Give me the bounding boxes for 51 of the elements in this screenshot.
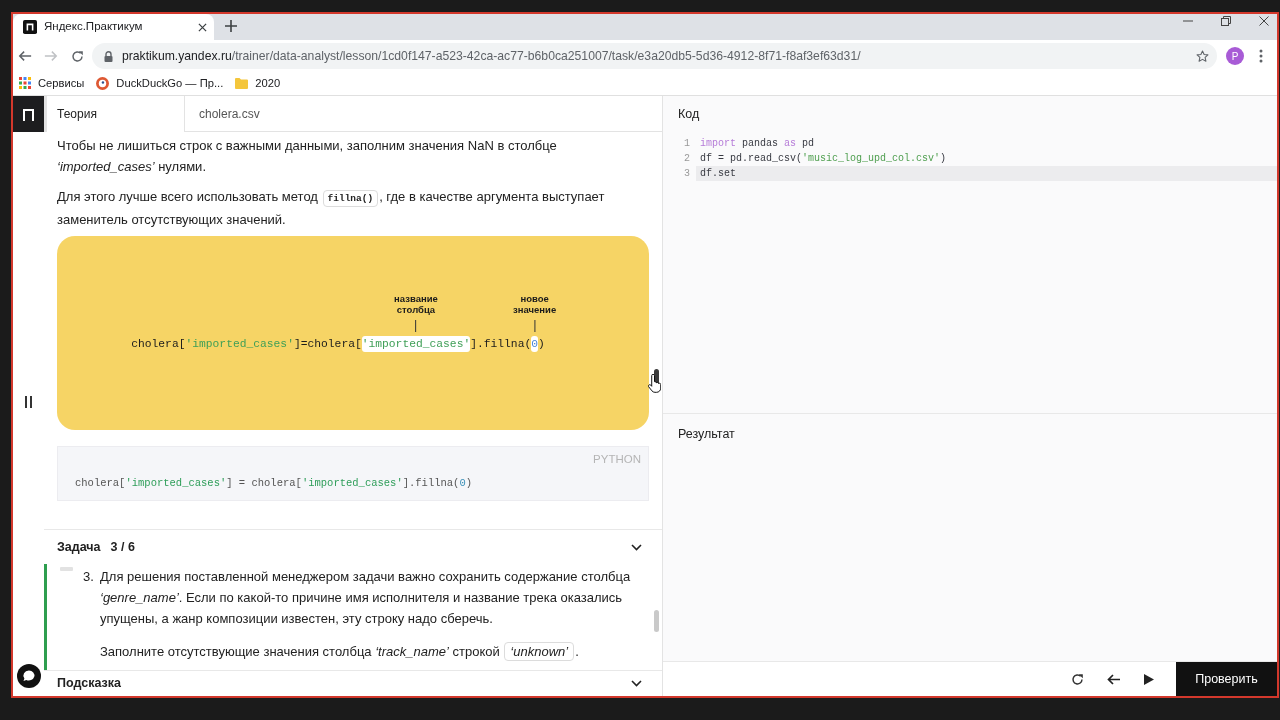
play-icon[interactable]: [1144, 673, 1154, 685]
arrow-left-icon[interactable]: [1107, 673, 1120, 685]
section-title: Результат: [678, 425, 735, 443]
code-line: df = pd.read_csv('music_log_upd_col.csv'): [699, 152, 948, 166]
reload-icon[interactable]: [71, 49, 84, 63]
callout-label: название столбца: [394, 293, 438, 315]
line-number: 1: [683, 137, 691, 151]
logo-icon: [23, 20, 37, 34]
star-icon[interactable]: [1196, 49, 1209, 63]
pause-icon[interactable]: [25, 396, 32, 408]
apps-grid-icon: [19, 77, 31, 90]
round-favicon-icon: [96, 77, 110, 90]
lock-icon: [104, 50, 113, 62]
callout-label: новое значение: [513, 293, 557, 315]
language-label: PYTHON: [593, 452, 641, 467]
submit-button[interactable]: Проверить: [1176, 661, 1277, 696]
chevron-down-icon[interactable]: [631, 680, 642, 687]
code-editor[interactable]: 1 import pandas as pd 2 df = pd.read_csv('music_log_upd_col.csv') 3 df.set: [663, 132, 1277, 414]
bookmark-link[interactable]: DuckDuckGo — Пр...: [96, 75, 224, 92]
code-line: import pandas as pd: [699, 137, 816, 151]
menu-icon[interactable]: [1259, 49, 1263, 63]
scrollbar-thumb[interactable]: [654, 610, 659, 632]
back-arrow-icon[interactable]: [18, 49, 32, 63]
line-number: 3: [683, 167, 691, 181]
section-title[interactable]: Задача: [57, 537, 101, 557]
reload-icon[interactable]: [1071, 672, 1084, 686]
browser-tab[interactable]: Яндекс.Практикум: [13, 14, 214, 40]
plus-icon[interactable]: [225, 20, 237, 32]
restore-icon[interactable]: [1221, 16, 1231, 26]
folder-icon: [235, 78, 249, 89]
profile-avatar[interactable]: P: [1226, 47, 1244, 65]
line-number: 2: [683, 152, 691, 166]
chat-bubble-icon[interactable]: [16, 664, 41, 688]
bookmark-link[interactable]: 2020: [235, 75, 281, 92]
task-counter: 3 / 6: [110, 538, 135, 556]
address-bar[interactable]: praktikum.yandex.ru/trainer/data-analyst/lesson/1cd0f147-a523-42ca-ac77-b6b0ca251007/task/e3a20db5-5d36-4912-8f71-f8af3ef63d31/: [92, 43, 1217, 69]
list-number: 3.: [83, 568, 95, 586]
close-icon[interactable]: [198, 22, 207, 32]
tab[interactable]: Теория: [44, 96, 185, 132]
close-icon[interactable]: [1259, 16, 1269, 26]
hand-cursor-icon: [648, 374, 661, 393]
paragraph-text: Чтобы не лишиться строк с важными данными, заполним значения NaN в столбце ‘imported_cases’ нулями.: [57, 137, 558, 176]
section-title: Код: [678, 105, 700, 123]
paragraph-text: Заполните отсутствующие значения столбца ‘track_name’ строкой ‘unknown’ .: [100, 641, 580, 662]
code-text: cholera['imported_cases'] = cholera['imported_cases'].fillna(0): [74, 476, 474, 491]
logo-icon[interactable]: [13, 96, 44, 132]
chevron-down-icon[interactable]: [631, 543, 642, 551]
section-title[interactable]: Подсказка: [57, 674, 121, 693]
paragraph-text: Для решения поставленной менеджером задачи важно сохранить содержание столбца ‘genre_name’. Если по какой-то причине имя исполнителя и название трека оказались упущены, а жанр композиции известен, эту строку надо сберечь.: [100, 568, 632, 628]
paragraph-text: Для этого лучше всего использовать метод fillna() , где в качестве аргумента выступает заменитель отсутствующих значений.: [57, 188, 606, 229]
bookmark-link[interactable]: Сервисы: [19, 75, 85, 92]
